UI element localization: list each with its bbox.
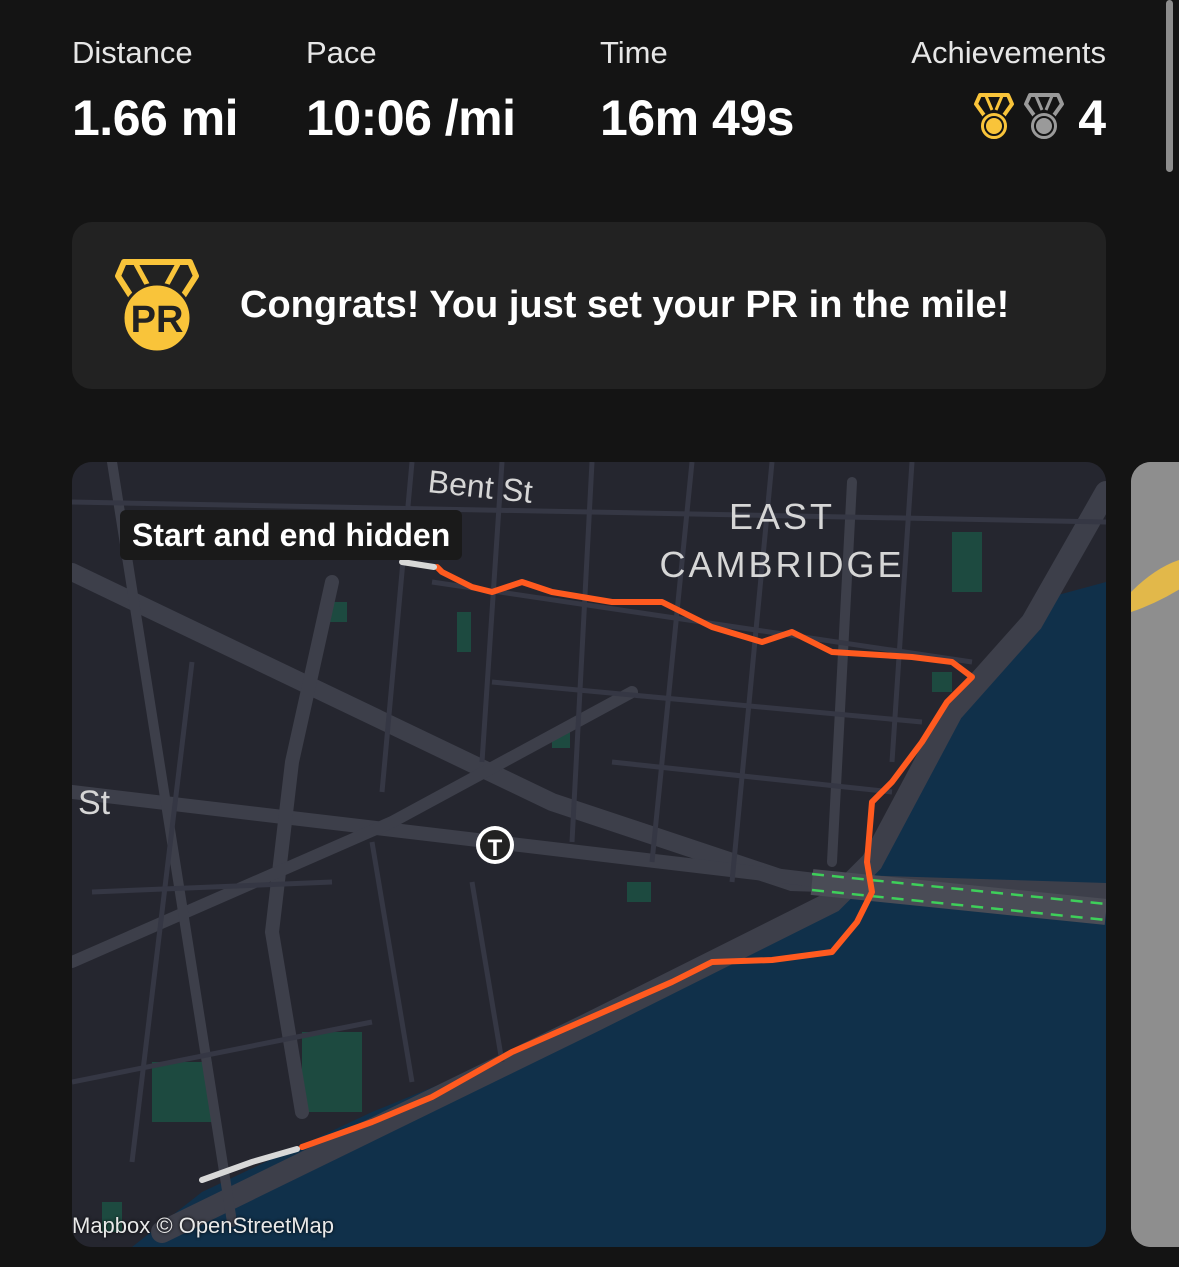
distance-value: 1.66 mi	[72, 90, 239, 146]
achievements-row[interactable]: 4	[911, 88, 1106, 148]
silver-medal-icon	[1024, 93, 1065, 141]
pace-value: 10:06 /mi	[306, 90, 516, 146]
achievements-count: 4	[1078, 90, 1106, 146]
next-photo-card[interactable]	[1131, 462, 1179, 1247]
transit-icon-letter: T	[488, 835, 503, 862]
neighborhood-label-line2: CAMBRIDGE	[659, 544, 904, 585]
time-stat: Time 16m 49s	[600, 34, 794, 148]
distance-stat: Distance 1.66 mi	[72, 34, 239, 148]
activity-stats: Distance 1.66 mi Pace 10:06 /mi Time 16m…	[72, 34, 1106, 154]
route-map[interactable]: Bent St EAST CAMBRIDGE St T Start and en…	[72, 462, 1106, 1247]
pace-stat: Pace 10:06 /mi	[306, 34, 516, 148]
map-canvas[interactable]: Bent St EAST CAMBRIDGE St T	[72, 462, 1106, 1247]
pr-message: Congrats! You just set your PR in the mi…	[240, 284, 1010, 326]
gold-medal-icon	[974, 93, 1015, 141]
start-end-hidden-badge: Start and end hidden	[120, 510, 463, 560]
neighborhood-label-line1: EAST	[729, 496, 835, 537]
st-label: St	[78, 784, 111, 822]
pr-banner[interactable]: PR Congrats! You just set your PR in the…	[72, 222, 1106, 389]
time-label: Time	[600, 35, 668, 70]
achievements-stat[interactable]: Achievements 4	[911, 34, 1106, 148]
pr-icon-text: PR	[131, 299, 184, 341]
time-value: 16m 49s	[600, 90, 794, 146]
pr-medal-icon: PR	[115, 259, 199, 354]
distance-label: Distance	[72, 35, 193, 70]
transit-station-icon: T	[476, 826, 514, 864]
map-attribution[interactable]: Mapbox © OpenStreetMap	[72, 1213, 334, 1239]
photo-thumbnail	[1131, 462, 1179, 1247]
achievements-label: Achievements	[911, 35, 1106, 70]
scrollbar[interactable]	[1166, 0, 1173, 172]
pace-label: Pace	[306, 35, 377, 70]
